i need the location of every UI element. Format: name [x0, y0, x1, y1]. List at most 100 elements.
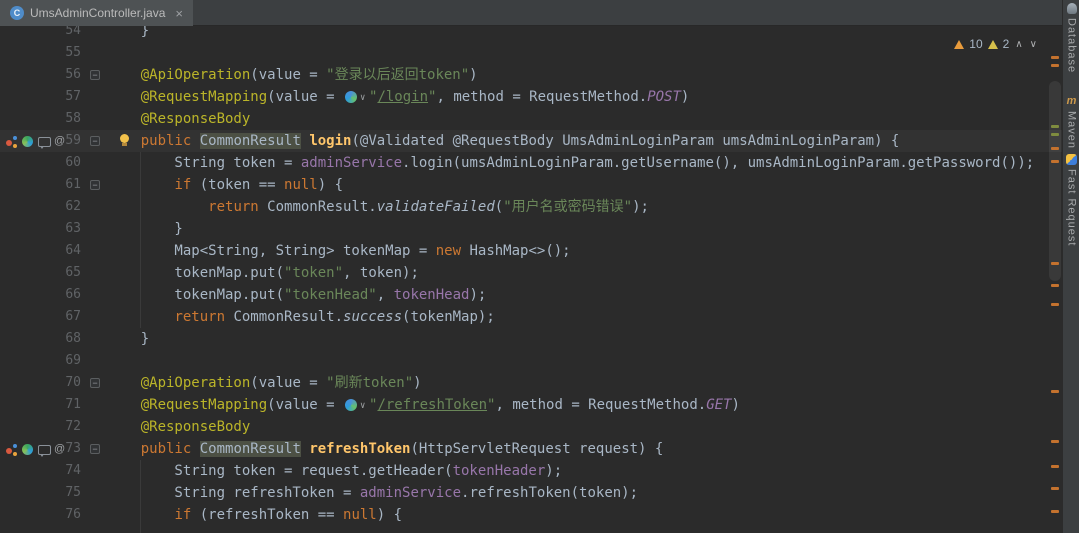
code-line-70[interactable]: 70− @ApiOperation(value = "刷新token")	[0, 372, 1062, 394]
code-line-55[interactable]: 55	[0, 42, 1062, 64]
error-stripe[interactable]	[1048, 26, 1062, 533]
code-token: )	[413, 375, 422, 391]
api-doc-icon[interactable]	[21, 442, 34, 456]
tool-button-database[interactable]: Database	[1063, 3, 1079, 73]
fast-request-icon	[1066, 154, 1077, 165]
code-line-54[interactable]: 54 }	[0, 26, 1062, 42]
next-warning-button[interactable]: ∨	[1029, 39, 1038, 50]
fold-marker-icon[interactable]: −	[90, 136, 100, 146]
stripe-mark[interactable]	[1051, 440, 1059, 443]
code-line-64[interactable]: 64 Map<String, String> tokenMap = new Ha…	[0, 240, 1062, 262]
code-line-71[interactable]: 71 @RequestMapping(value = ∨ "/refreshTok…	[0, 394, 1062, 416]
stripe-mark[interactable]	[1051, 262, 1059, 265]
line-number[interactable]: 70	[65, 372, 81, 394]
stripe-mark[interactable]	[1051, 147, 1059, 150]
line-number[interactable]: 62	[65, 196, 81, 218]
code-line-56[interactable]: 56− @ApiOperation(value = "登录以后返回token")	[0, 64, 1062, 86]
code-line-63[interactable]: 63 }	[0, 218, 1062, 240]
code-token: "登录以后返回token"	[326, 67, 470, 83]
line-number[interactable]: 63	[65, 218, 81, 240]
code-token: );	[469, 287, 487, 303]
line-number[interactable]: 75	[65, 482, 81, 504]
stripe-mark[interactable]	[1051, 284, 1059, 287]
comment-icon[interactable]	[37, 442, 51, 457]
code-line-74[interactable]: 74 String token = request.getHeader(toke…	[0, 460, 1062, 482]
code-token: adminService	[300, 155, 403, 171]
line-number[interactable]: 66	[65, 284, 81, 306]
code-line-68[interactable]: 68 }	[0, 328, 1062, 350]
line-number[interactable]: 59	[65, 130, 81, 152]
code-line-58[interactable]: 58 @ResponseBody	[0, 108, 1062, 130]
code-token: (refreshToken ==	[191, 507, 344, 523]
tool-button-fast-request[interactable]: Fast Request	[1063, 154, 1079, 246]
stripe-mark[interactable]	[1051, 390, 1059, 393]
line-number[interactable]: 72	[65, 416, 81, 438]
prev-warning-button[interactable]: ∧	[1014, 39, 1023, 50]
api-doc-icon[interactable]	[21, 134, 34, 148]
code-line-72[interactable]: 72 @ResponseBody	[0, 416, 1062, 438]
tool-button-maven[interactable]: m Maven	[1063, 96, 1079, 150]
code-editor[interactable]: 54 } 55 56− @ApiOperation(value = "登录以后返回t…	[0, 26, 1062, 533]
fold-marker-icon[interactable]: −	[90, 180, 100, 190]
line-number[interactable]: 69	[65, 350, 81, 372]
tool-label-fast-request: Fast Request	[1065, 169, 1078, 247]
line-number[interactable]: 64	[65, 240, 81, 262]
java-class-icon: C	[10, 6, 24, 20]
gutter: 58	[0, 108, 107, 130]
code-line-73[interactable]: 73− public CommonResult refreshToken(Htt…	[0, 438, 1062, 460]
line-number[interactable]: 61	[65, 174, 81, 196]
at-icon[interactable]	[53, 134, 66, 148]
line-number[interactable]: 73	[65, 438, 81, 460]
stripe-mark[interactable]	[1051, 510, 1059, 513]
line-number[interactable]: 65	[65, 262, 81, 284]
send-request-inlay-icon[interactable]: ∨	[343, 90, 369, 104]
line-number[interactable]: 68	[65, 328, 81, 350]
fold-marker-icon[interactable]: −	[90, 444, 100, 454]
line-number[interactable]: 60	[65, 152, 81, 174]
tab-umsadmincontroller[interactable]: C UmsAdminController.java ×	[0, 0, 193, 26]
code-line-61[interactable]: 61− if (token == null) {	[0, 174, 1062, 196]
code-token: return	[208, 199, 259, 215]
line-number[interactable]: 56	[65, 64, 81, 86]
line-number[interactable]: 67	[65, 306, 81, 328]
code-line-76[interactable]: 76 if (refreshToken == null) {	[0, 504, 1062, 526]
code-line-59[interactable]: 59− public CommonResult login(@Validated…	[0, 130, 1062, 152]
stripe-mark[interactable]	[1051, 160, 1059, 163]
stripe-mark[interactable]	[1051, 303, 1059, 306]
stripe-mark[interactable]	[1051, 64, 1059, 67]
line-number[interactable]: 76	[65, 504, 81, 526]
stripe-mark[interactable]	[1051, 465, 1059, 468]
fast-request-gutter-icon[interactable]	[5, 134, 18, 148]
code-line-69[interactable]: 69	[0, 350, 1062, 372]
stripe-mark[interactable]	[1051, 125, 1059, 128]
line-number[interactable]: 74	[65, 460, 81, 482]
at-icon[interactable]	[53, 442, 66, 456]
scrollbar-thumb[interactable]	[1049, 81, 1061, 281]
stripe-mark[interactable]	[1051, 56, 1059, 59]
code-line-75[interactable]: 75 String refreshToken = adminService.re…	[0, 482, 1062, 504]
stripe-mark[interactable]	[1051, 487, 1059, 490]
fold-marker-icon[interactable]: −	[90, 70, 100, 80]
comment-icon[interactable]	[37, 134, 51, 149]
code-line-57[interactable]: 57 @RequestMapping(value = ∨ "/login", me…	[0, 86, 1062, 108]
tab-close-icon[interactable]: ×	[175, 6, 183, 21]
send-request-inlay-icon[interactable]: ∨	[343, 398, 369, 412]
line-number[interactable]: 57	[65, 86, 81, 108]
line-number[interactable]: 58	[65, 108, 81, 130]
code-token: "用户名或密码错误"	[503, 199, 633, 215]
code-line-60[interactable]: 60 String token = adminService.login(ums…	[0, 152, 1062, 174]
line-number[interactable]: 54	[65, 26, 81, 42]
right-tool-stripe: Database m Maven Fast Request	[1062, 0, 1079, 533]
line-number[interactable]: 55	[65, 42, 81, 64]
code-line-66[interactable]: 66 tokenMap.put("tokenHead", tokenHead);	[0, 284, 1062, 306]
fold-marker-icon[interactable]: −	[90, 378, 100, 388]
stripe-mark[interactable]	[1051, 133, 1059, 136]
inspection-widget[interactable]: 10 2 ∧ ∨	[954, 37, 1038, 51]
fast-request-gutter-icon[interactable]	[5, 442, 18, 456]
code-line-62[interactable]: 62 return CommonResult.validateFailed("用…	[0, 196, 1062, 218]
line-number[interactable]: 71	[65, 394, 81, 416]
code-line-65[interactable]: 65 tokenMap.put("token", token);	[0, 262, 1062, 284]
code-line-67[interactable]: 67 return CommonResult.success(tokenMap)…	[0, 306, 1062, 328]
code-token: ) {	[317, 177, 344, 193]
